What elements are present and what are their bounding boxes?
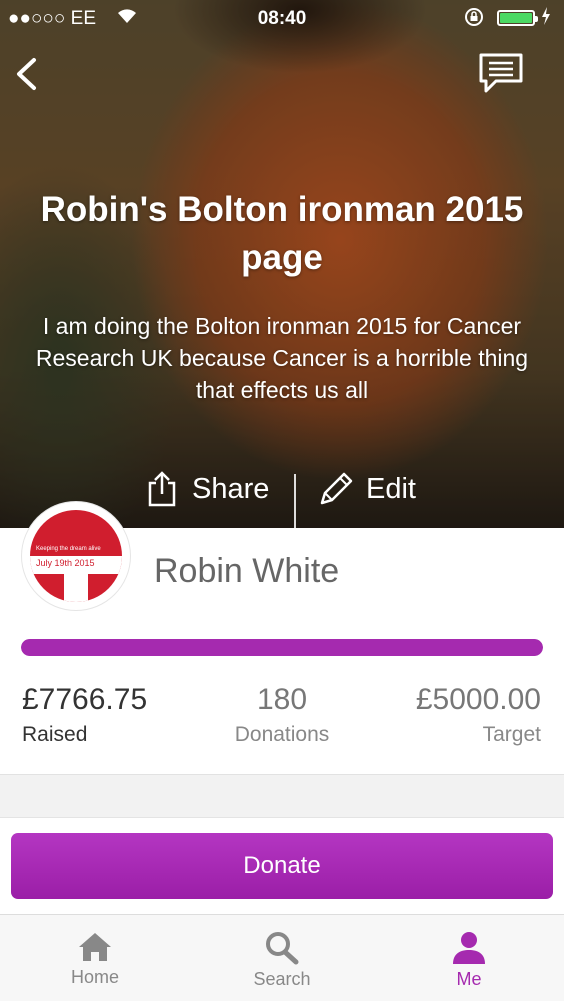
action-divider: [294, 474, 296, 528]
tab-home-label: Home: [70, 967, 119, 987]
edit-button[interactable]: Edit: [318, 466, 416, 512]
page-title: Robin's Bolton ironman 2015 page: [40, 190, 524, 277]
tab-search[interactable]: Search: [212, 915, 352, 1001]
rotation-lock-icon: [464, 7, 484, 33]
spacer: [0, 775, 564, 818]
donations-label: Donations: [234, 723, 330, 746]
edit-label: Edit: [366, 472, 416, 505]
raised-label: Raised: [22, 723, 88, 746]
tab-me-label: Me: [456, 969, 482, 989]
back-button[interactable]: [10, 52, 50, 96]
donations-count: 180: [256, 683, 308, 716]
share-button[interactable]: Share: [146, 466, 269, 512]
home-icon: [79, 933, 111, 961]
pencil-icon: [320, 472, 353, 505]
progress-bar: [21, 639, 543, 656]
chat-bubble-icon: [479, 53, 523, 93]
battery-icon: [497, 10, 538, 26]
share-label: Share: [192, 472, 270, 505]
ironman-logo: Keeping the dream alive July 19th 2015: [30, 510, 122, 602]
chevron-left-icon: [17, 58, 36, 90]
avatar: Keeping the dream alive July 19th 2015: [22, 502, 130, 610]
messages-button[interactable]: [476, 52, 526, 96]
cover-photo: ●●○○○ EE 08:40 Robin's Bolton ironman 20…: [0, 0, 564, 528]
target-label: Target: [482, 723, 541, 746]
tab-home[interactable]: Home: [25, 915, 165, 1001]
search-icon: [266, 932, 299, 965]
charging-icon: [541, 6, 551, 32]
target-amount: £5000.00: [415, 683, 541, 716]
tab-search-label: Search: [253, 969, 311, 989]
raised-amount: £7766.75: [22, 683, 148, 716]
avatar-tagline: Keeping the dream alive: [36, 546, 101, 552]
fundraiser-name: Robin White: [154, 552, 340, 590]
status-bar: ●●○○○ EE 08:40: [0, 0, 564, 38]
share-icon: [148, 471, 176, 507]
donate-button[interactable]: Donate: [11, 833, 553, 899]
avatar-date: July 19th 2015: [36, 558, 95, 568]
person-icon: [453, 932, 485, 964]
page-description: I am doing the Bolton ironman 2015 for C…: [35, 313, 529, 403]
tab-bar: Home Search Me: [0, 914, 564, 1001]
progress-fill: [21, 639, 543, 656]
tab-me[interactable]: Me: [399, 915, 539, 1001]
